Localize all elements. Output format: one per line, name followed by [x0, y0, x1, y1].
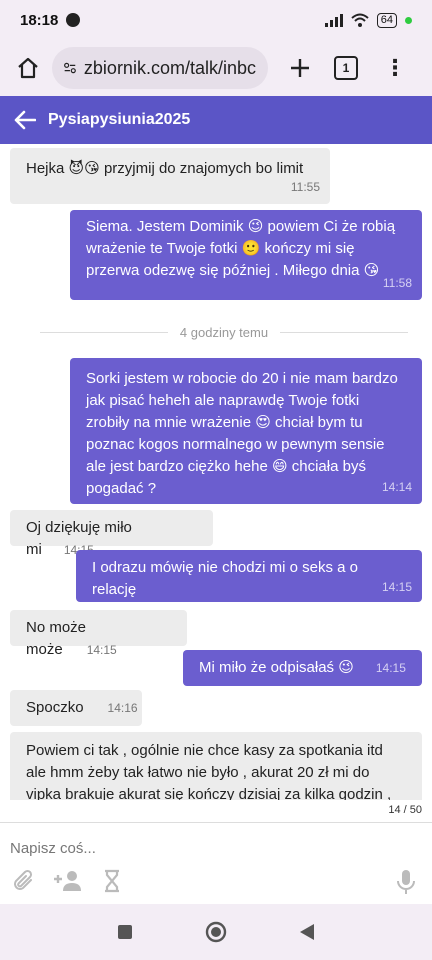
message-time: 14:15 [381, 580, 412, 594]
voice-input-button[interactable] [396, 869, 416, 900]
message-input[interactable] [8, 835, 412, 861]
character-counter: 14 / 50 [388, 804, 422, 816]
url-text: zbiornik.com/talk/inbc [83, 57, 256, 78]
add-friend-button[interactable] [52, 869, 84, 893]
message-text: Hejka 😈😘 przyjmij do znajomych bo limit [26, 160, 304, 177]
site-settings-icon [64, 62, 76, 74]
message-bubble: No może może 14:15 [10, 610, 187, 658]
home-button[interactable] [10, 50, 46, 86]
address-bar[interactable]: zbiornik.com/talk/inbc [52, 47, 268, 89]
timer-button[interactable] [100, 869, 124, 893]
message-list[interactable]: Hejka 😈😘 przyjmij do znajomych bo limit … [0, 144, 432, 800]
composer [0, 822, 432, 905]
message-time: 14:14 [381, 480, 412, 494]
message-time: 14:15 [86, 643, 117, 657]
status-bar: 18:18 64 [0, 0, 432, 40]
message-text: Mi miło że odpisałaś 😉 [199, 659, 354, 676]
home-nav-icon[interactable] [205, 921, 227, 943]
new-tab-button[interactable] [282, 50, 318, 86]
message-text: Siema. Jestem Dominik 😉 powiem Ci że rob… [86, 218, 396, 279]
message-bubble: I odrazu mówię nie chodzi mi o seks a o … [76, 550, 422, 602]
message-time: 14:16 [107, 701, 138, 715]
message-text: Spoczko [26, 699, 84, 716]
message-time: 14:15 [375, 661, 406, 675]
message-text: Powiem ci tak , ogólnie nie chce kasy za… [26, 742, 392, 800]
plus-icon [291, 59, 309, 77]
back-arrow-icon[interactable] [14, 110, 36, 130]
wifi-icon [351, 13, 369, 27]
browser-toolbar: zbiornik.com/talk/inbc 1 ⋮ [0, 40, 432, 96]
back-nav-icon[interactable] [299, 923, 315, 941]
tab-switcher-button[interactable]: 1 [334, 56, 358, 80]
hourglass-icon [105, 869, 119, 893]
message-bubble: Oj dziękuję miło mi14:15 [10, 510, 213, 558]
attach-button[interactable] [12, 869, 36, 893]
home-icon [18, 57, 38, 79]
time-divider: 4 godziny temu [40, 322, 409, 342]
paperclip-icon [14, 869, 33, 890]
privacy-dot-icon [405, 16, 412, 24]
messenger-icon [66, 13, 81, 27]
conversation-title[interactable]: Pysiapysiunia2025 [48, 111, 190, 129]
clock: 18:18 [20, 11, 59, 29]
message-text: Sorki jestem w robocie do 20 i nie mam b… [86, 370, 398, 497]
signal-icon [324, 13, 343, 27]
message-text: No może może [26, 619, 87, 658]
message-bubble: Powiem ci tak , ogólnie nie chce kasy za… [10, 732, 422, 800]
divider-label: 4 godziny temu [179, 324, 269, 340]
message-time: 11:55 [290, 180, 320, 194]
more-menu-icon[interactable]: ⋮ [384, 57, 406, 79]
message-bubble: Mi miło że odpisałaś 😉 14:15 [183, 650, 422, 686]
message-bubble: Spoczko 14:16 [10, 690, 142, 726]
message-time: 11:58 [382, 276, 412, 290]
message-bubble: Hejka 😈😘 przyjmij do znajomych bo limit … [10, 148, 330, 204]
message-bubble: Siema. Jestem Dominik 😉 powiem Ci że rob… [70, 210, 422, 300]
system-nav-bar [0, 904, 432, 960]
battery-icon: 64 [376, 12, 397, 28]
recent-apps-icon[interactable] [117, 924, 133, 940]
add-person-icon [54, 871, 81, 891]
chat-header: Pysiapysiunia2025 [0, 96, 432, 144]
microphone-icon [397, 870, 415, 894]
message-bubble: Sorki jestem w robocie do 20 i nie mam b… [70, 358, 422, 504]
message-text: I odrazu mówię nie chodzi mi o seks a o … [92, 559, 358, 598]
